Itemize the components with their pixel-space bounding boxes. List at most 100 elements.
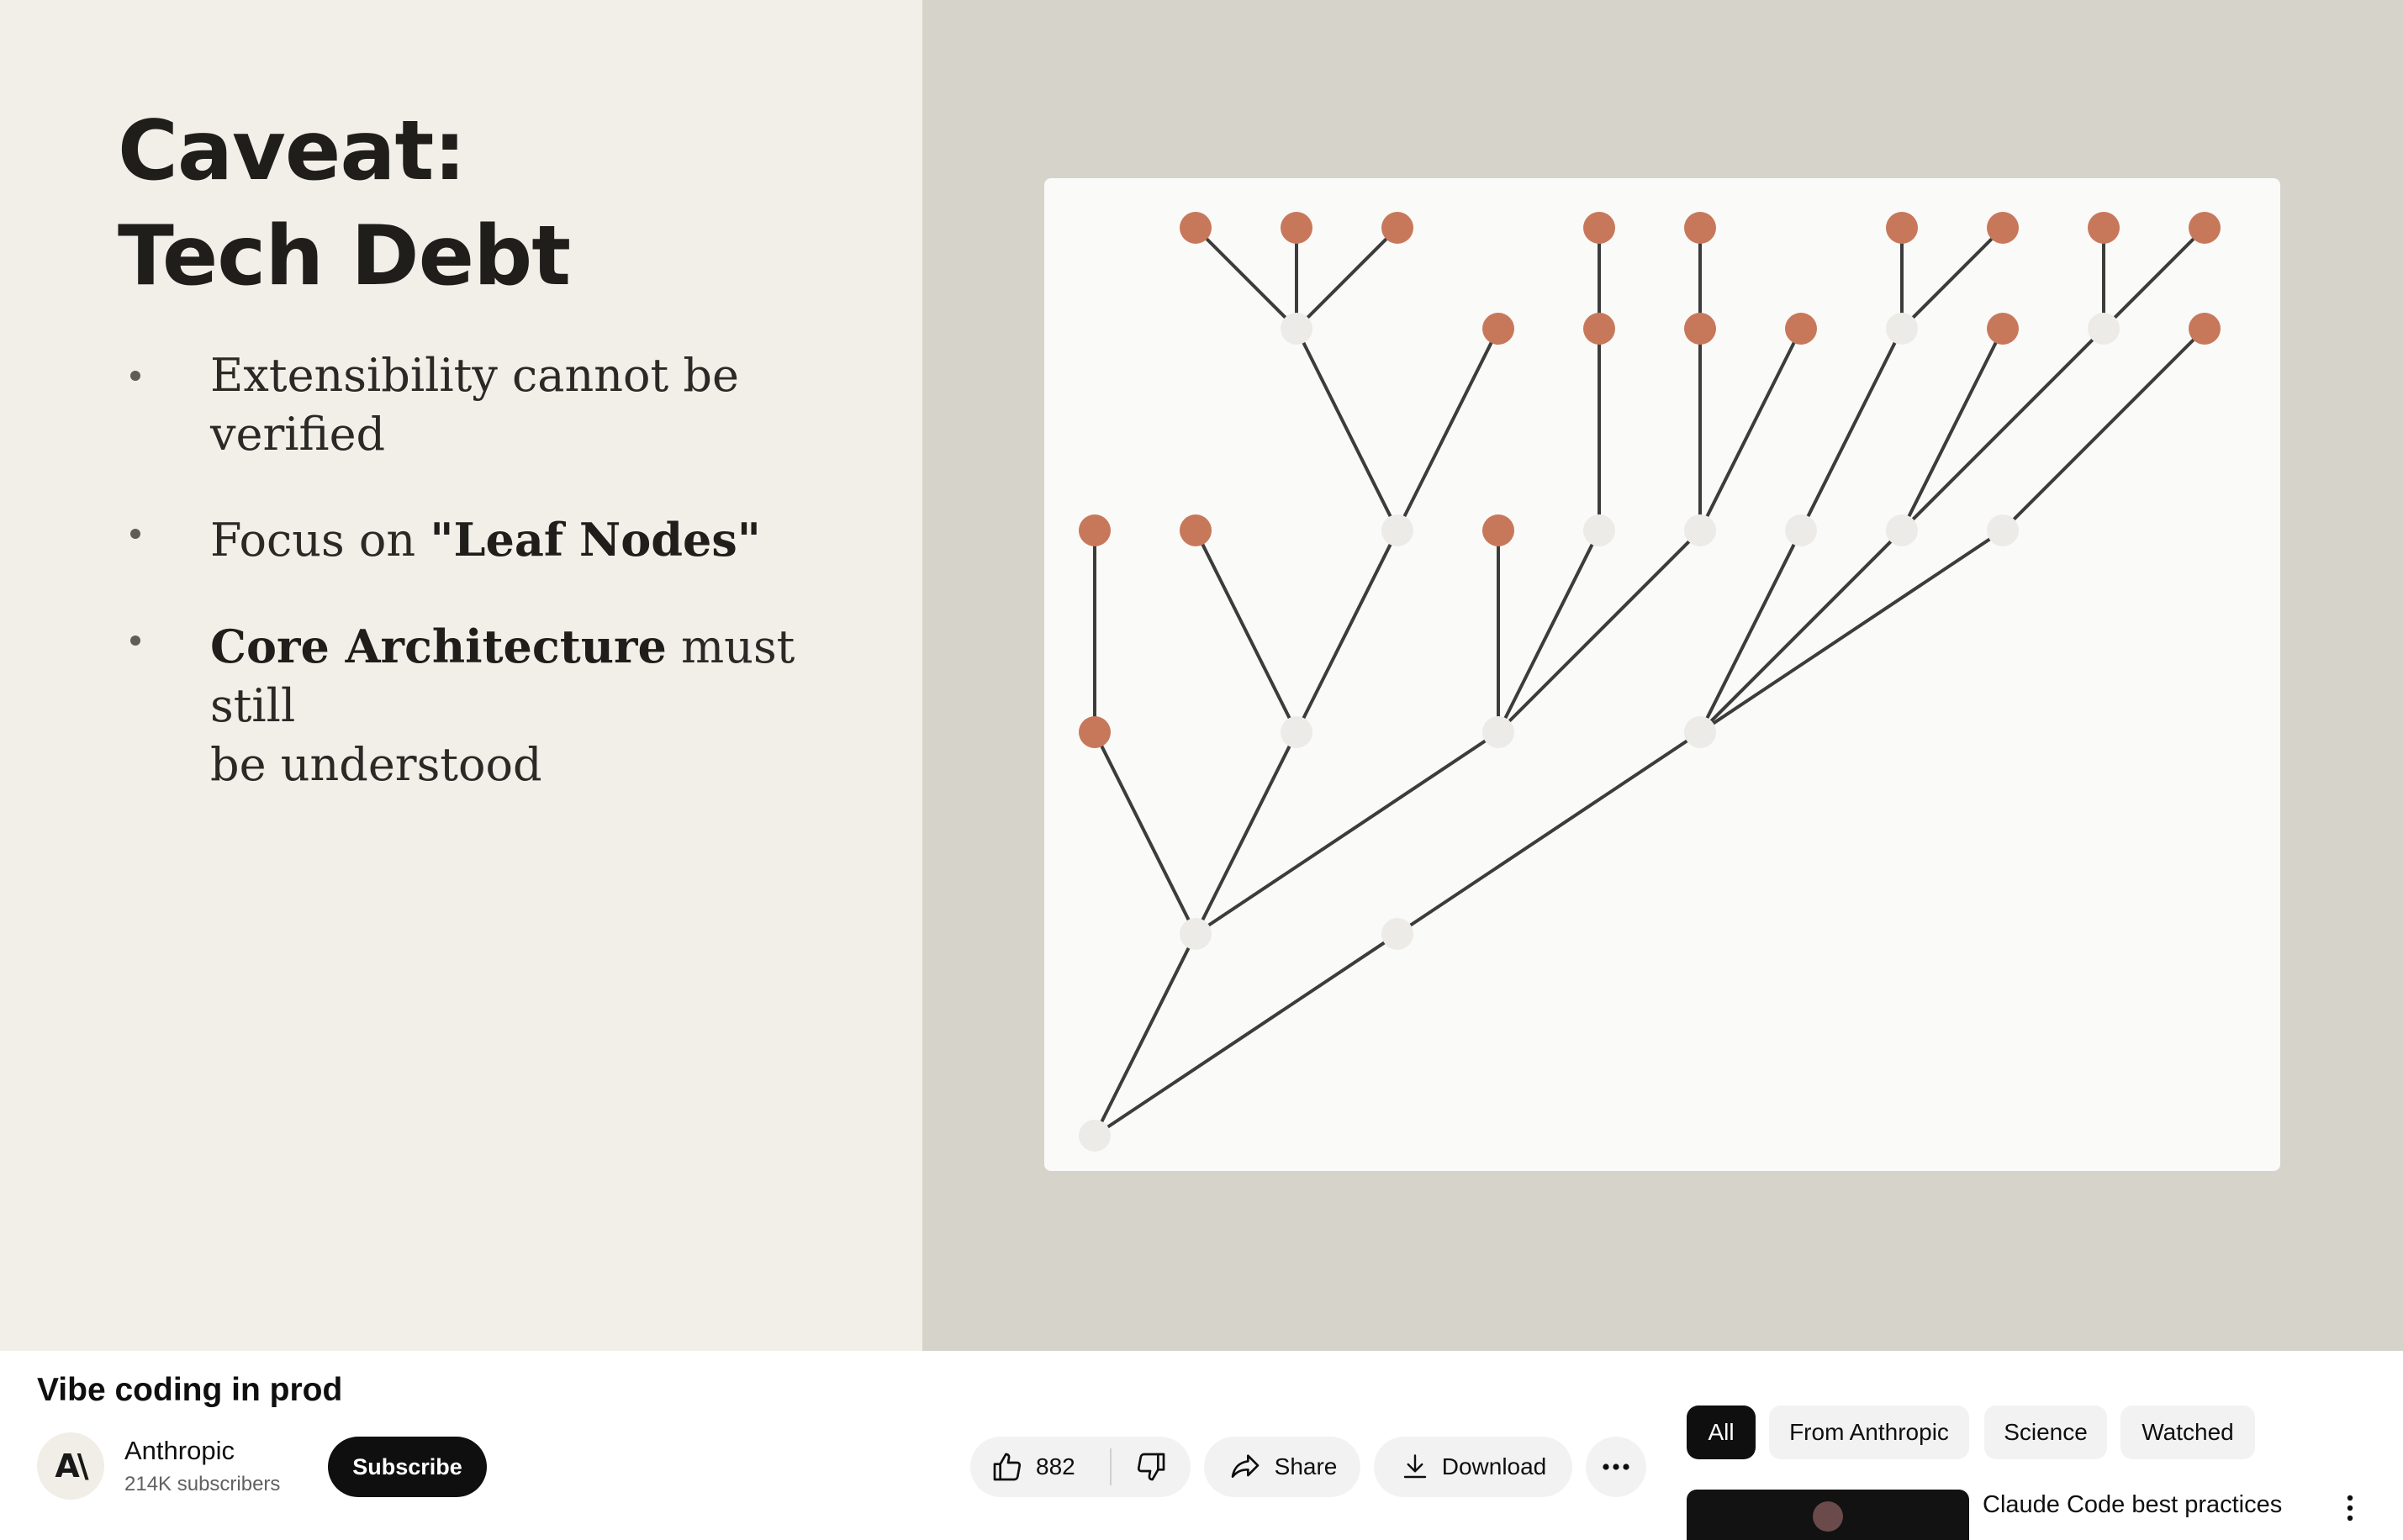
chip-all[interactable]: All	[1687, 1406, 1756, 1459]
bullet-1-text-cont: verified	[210, 408, 386, 461]
bullet-dot	[130, 529, 140, 539]
bullet-3-bold: Core Architecture	[210, 620, 667, 673]
tree-edge	[1295, 530, 1399, 733]
slide-title-line-2: Tech Debt	[118, 208, 571, 304]
tree-diagram-svg	[1079, 212, 2221, 1152]
tree-internal-node	[1785, 514, 1817, 546]
tree-leaf-node	[1684, 212, 1716, 244]
channel-avatar[interactable]: A\	[37, 1432, 104, 1500]
tree-leaf-node	[1482, 514, 1514, 546]
tree-leaf-node	[1079, 514, 1111, 546]
tree-edge	[1497, 529, 1702, 734]
chip-from-anthropic[interactable]: From Anthropic	[1769, 1406, 1969, 1459]
thumbs-down-icon	[1137, 1453, 1165, 1481]
tree-edge	[1698, 530, 1803, 733]
tree-edge	[1900, 328, 2004, 531]
bullet-3-text-cont: be understood	[210, 738, 542, 791]
tree-internal-node	[1381, 514, 1413, 546]
bullet-dot	[130, 371, 140, 381]
chip-watched[interactable]: Watched	[2120, 1406, 2255, 1459]
more-horizontal-icon	[1603, 1464, 1629, 1470]
video-player[interactable]: Caveat: Tech Debt Extensibility cannot b…	[0, 0, 2403, 1351]
recommended-video-menu-button[interactable]	[2337, 1493, 2363, 1523]
tree-leaf-node	[1987, 313, 2019, 345]
tree-leaf-node	[1482, 313, 1514, 345]
tree-leaf-node	[1079, 716, 1111, 748]
like-button[interactable]: 882	[970, 1437, 1110, 1497]
thumbs-up-icon	[993, 1453, 1022, 1481]
tree-edge	[1093, 731, 1197, 935]
like-count: 882	[1036, 1453, 1075, 1479]
slide-text-panel: Caveat: Tech Debt Extensibility cannot b…	[0, 0, 922, 1351]
download-icon	[1403, 1454, 1426, 1479]
tree-edge	[1093, 933, 1197, 1137]
recommended-video-title[interactable]: Claude Code best practices	[1983, 1491, 2282, 1519]
tree-edge	[1295, 328, 1399, 531]
subscriber-count: 214K subscribers	[124, 1473, 281, 1495]
bullet-2-text: Focus on	[210, 514, 430, 567]
thumbnail-person	[1813, 1501, 1843, 1532]
tree-edge	[1194, 730, 1500, 936]
subscribe-button[interactable]: Subscribe	[328, 1437, 487, 1497]
tree-internal-node	[2088, 313, 2120, 345]
tree-internal-node	[1079, 1120, 1111, 1152]
tree-internal-node	[1281, 716, 1312, 748]
tree-edge	[1396, 730, 1702, 936]
download-button[interactable]: Download	[1374, 1437, 1572, 1497]
tree-leaf-node	[1583, 313, 1615, 345]
tree-edge	[1799, 328, 1904, 531]
tree-internal-node	[1684, 716, 1716, 748]
tree-edge	[1194, 731, 1298, 935]
tree-edge	[1900, 226, 2004, 330]
tree-leaf-node	[1886, 212, 1918, 244]
download-label: Download	[1441, 1453, 1547, 1479]
tree-internal-node	[1482, 716, 1514, 748]
slide-title-line-1: Caveat:	[118, 103, 467, 199]
channel-name[interactable]: Anthropic	[124, 1436, 235, 1466]
tree-internal-node	[1583, 514, 1615, 546]
bullet-dot	[130, 636, 140, 646]
tree-edge	[1194, 226, 1298, 330]
tree-leaf-node	[1281, 212, 1312, 244]
slide-title: Caveat: Tech Debt	[118, 99, 571, 309]
anthropic-logo-icon: A\	[55, 1448, 88, 1485]
tree-edge	[1900, 327, 2105, 532]
tree-internal-node	[1886, 313, 1918, 345]
tree-internal-node	[1180, 918, 1212, 950]
tree-edge	[1497, 530, 1601, 733]
video-title: Vibe coding in prod	[37, 1372, 343, 1408]
tree-edge	[2102, 226, 2206, 330]
tree-edge	[1698, 328, 1803, 531]
tree-edge	[1698, 529, 1904, 734]
tree-edge	[1698, 529, 2004, 734]
more-vertical-icon	[2347, 1495, 2353, 1522]
bullet-2-bold: "Leaf Nodes"	[430, 513, 761, 567]
tree-internal-node	[1684, 514, 1716, 546]
tree-leaf-node	[1180, 514, 1212, 546]
share-label: Share	[1274, 1453, 1338, 1479]
tree-leaf-node	[1180, 212, 1212, 244]
share-icon	[1231, 1454, 1259, 1478]
tree-leaf-node	[1381, 212, 1413, 244]
tree-edge	[1396, 328, 1500, 531]
tree-internal-node	[1281, 313, 1312, 345]
share-button[interactable]: Share	[1204, 1437, 1360, 1497]
tree-leaf-node	[2088, 212, 2120, 244]
tree-leaf-node	[2189, 212, 2221, 244]
like-dislike-group: 882	[970, 1437, 1191, 1497]
tree-diagram	[1044, 178, 2280, 1171]
tree-internal-node	[1886, 514, 1918, 546]
dislike-button[interactable]	[1112, 1437, 1191, 1497]
chip-science[interactable]: Science	[1984, 1406, 2107, 1459]
tree-edge	[1093, 932, 1399, 1137]
tree-edge	[2001, 327, 2206, 532]
tree-edge	[1295, 226, 1399, 330]
tree-edge	[1194, 530, 1298, 733]
tree-internal-node	[1987, 514, 2019, 546]
tree-leaf-node	[1684, 313, 1716, 345]
recommended-video-thumbnail[interactable]	[1687, 1490, 1969, 1540]
bullet-item-1: Extensibility cannot be verified	[210, 346, 866, 464]
tree-leaf-node	[1987, 212, 2019, 244]
more-actions-button[interactable]	[1586, 1437, 1646, 1497]
bullet-1-text: Extensibility cannot be	[210, 349, 739, 402]
